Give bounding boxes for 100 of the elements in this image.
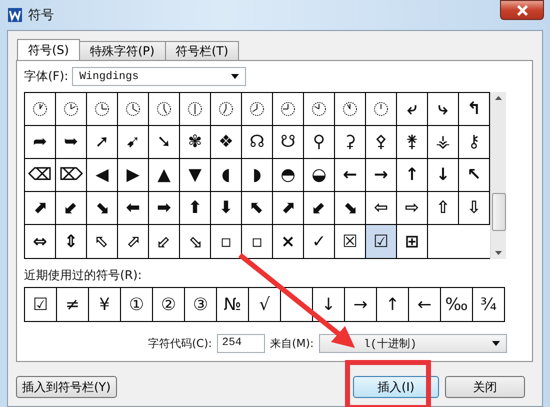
- symbol-cell[interactable]: [25, 93, 56, 126]
- from-label: 来自(M):: [270, 336, 314, 351]
- scroll-down-icon: [495, 251, 502, 255]
- symbol-cell[interactable]: ⬈: [25, 192, 56, 225]
- symbol-cell[interactable]: ▲: [149, 159, 180, 192]
- symbol-cell[interactable]: ⚵: [397, 126, 428, 159]
- symbol-cell[interactable]: ⚶: [428, 126, 459, 159]
- symbol-cell[interactable]: ↓: [428, 159, 459, 192]
- symbol-cell[interactable]: ▼: [180, 159, 211, 192]
- symbol-cell[interactable]: →: [366, 159, 397, 192]
- symbol-cell[interactable]: ☑: [366, 225, 397, 258]
- symbol-cell[interactable]: ⬈: [273, 192, 304, 225]
- symbol-cell[interactable]: [118, 93, 149, 126]
- close-button[interactable]: [500, 0, 544, 20]
- clock-icon: [218, 101, 234, 117]
- symbol-cell[interactable]: ⬊: [335, 192, 366, 225]
- clock-icon: [280, 101, 296, 117]
- symbol-cell[interactable]: [56, 93, 87, 126]
- symbol-cell[interactable]: [304, 93, 335, 126]
- recent-symbol-cell[interactable]: ¾: [473, 288, 505, 321]
- symbol-cell[interactable]: ☊: [242, 126, 273, 159]
- recent-symbol-cell[interactable]: ↓: [313, 288, 345, 321]
- symbol-cell[interactable]: ➡: [149, 192, 180, 225]
- scrollbar[interactable]: [490, 92, 506, 259]
- recent-symbol-cell[interactable]: ←: [409, 288, 441, 321]
- scroll-up-icon: [495, 96, 502, 100]
- symbol-cell[interactable]: ↑: [397, 159, 428, 192]
- recent-symbol-cell[interactable]: ↑: [377, 288, 409, 321]
- symbol-cell[interactable]: [211, 93, 242, 126]
- app-logo-icon: [8, 8, 22, 22]
- symbol-cell[interactable]: [242, 93, 273, 126]
- symbol-cell[interactable]: [335, 93, 366, 126]
- clock-icon: [249, 101, 265, 117]
- recent-symbol-cell[interactable]: √: [249, 288, 281, 321]
- tab[interactable]: 符号栏(T): [164, 41, 240, 60]
- insert-button[interactable]: 插入(I): [353, 376, 439, 398]
- symbol-cell[interactable]: ⚲: [304, 126, 335, 159]
- symbol-cell[interactable]: ⇨: [397, 192, 428, 225]
- symbol-cell[interactable]: ⚷: [459, 126, 490, 159]
- clock-icon: [373, 101, 389, 117]
- recent-symbol-cell[interactable]: ≠: [57, 288, 89, 321]
- symbol-cell[interactable]: ↰: [459, 93, 490, 126]
- clock-icon: [125, 101, 141, 117]
- clock-icon: [94, 101, 110, 117]
- recent-symbol-cell[interactable]: ☑: [25, 288, 57, 321]
- close-dialog-button[interactable]: 关闭: [445, 376, 525, 398]
- recent-symbol-cell[interactable]: ¥: [89, 288, 121, 321]
- symbol-cell[interactable]: ⬅: [118, 192, 149, 225]
- tab[interactable]: 符号(S): [17, 39, 80, 60]
- symbol-cell[interactable]: ⚴: [366, 126, 397, 159]
- symbol-cell[interactable]: ☋: [273, 126, 304, 159]
- symbol-cell[interactable]: [273, 93, 304, 126]
- dropdown-arrow-icon: [231, 74, 240, 79]
- recent-symbol-cell[interactable]: ①: [121, 288, 153, 321]
- symbol-cell[interactable]: [180, 93, 211, 126]
- symbol-cell[interactable]: ➥: [56, 126, 87, 159]
- symbol-cell[interactable]: ⬊: [87, 192, 118, 225]
- symbol-cell[interactable]: ⌫: [25, 159, 56, 192]
- symbol-cell[interactable]: ⬋: [56, 192, 87, 225]
- symbol-cell[interactable]: ◓: [273, 159, 304, 192]
- symbol-cell[interactable]: ⤶: [397, 93, 428, 126]
- symbol-cell[interactable]: ◗: [242, 159, 273, 192]
- insert-to-bar-button[interactable]: 插入到符号栏(Y): [16, 376, 117, 398]
- symbol-cell[interactable]: ⬇: [211, 192, 242, 225]
- symbol-cell[interactable]: ⚳: [335, 126, 366, 159]
- recent-symbol-cell[interactable]: ②: [153, 288, 185, 321]
- symbol-cell[interactable]: ⬋: [304, 192, 335, 225]
- symbol-cell[interactable]: ⌦: [56, 159, 87, 192]
- symbol-cell[interactable]: ◖: [211, 159, 242, 192]
- symbol-cell[interactable]: ⬆: [180, 192, 211, 225]
- symbol-cell[interactable]: ❖: [211, 126, 242, 159]
- symbol-cell[interactable]: ➹: [118, 126, 149, 159]
- symbol-cell[interactable]: [149, 93, 180, 126]
- recent-symbol-cell[interactable]: ③: [185, 288, 217, 321]
- recent-symbol-cell[interactable]: ‰: [441, 288, 473, 321]
- symbol-cell[interactable]: ▶: [118, 159, 149, 192]
- scrollbar-thumb[interactable]: [492, 193, 506, 231]
- font-dropdown[interactable]: Wingdings: [72, 67, 246, 86]
- recent-symbol-cell[interactable]: →: [345, 288, 377, 321]
- symbol-cell[interactable]: [366, 93, 397, 126]
- symbol-cell[interactable]: ⇩: [459, 192, 490, 225]
- symbol-cell[interactable]: ⇦: [366, 192, 397, 225]
- symbol-cell[interactable]: ↖: [459, 159, 490, 192]
- symbol-cell[interactable]: [87, 93, 118, 126]
- symbol-cell[interactable]: ◀: [87, 159, 118, 192]
- symbol-cell[interactable]: ➚: [87, 126, 118, 159]
- symbol-cell[interactable]: ➦: [25, 126, 56, 159]
- tab[interactable]: 特殊字符(P): [78, 41, 166, 60]
- clock-icon: [187, 101, 203, 117]
- recent-symbol-cell[interactable]: №: [217, 288, 249, 321]
- symbol-cell[interactable]: ◒: [304, 159, 335, 192]
- char-code-field[interactable]: 254: [216, 334, 265, 353]
- symbol-cell[interactable]: ⬉: [242, 192, 273, 225]
- symbol-cell[interactable]: ←: [335, 159, 366, 192]
- close-icon: [516, 4, 528, 16]
- symbol-cell[interactable]: ⇧: [428, 192, 459, 225]
- from-dropdown[interactable]: l(十进制): [318, 334, 507, 353]
- symbol-cell[interactable]: ➘: [149, 126, 180, 159]
- symbol-cell[interactable]: ✾: [180, 126, 211, 159]
- symbol-cell[interactable]: ⤷: [428, 93, 459, 126]
